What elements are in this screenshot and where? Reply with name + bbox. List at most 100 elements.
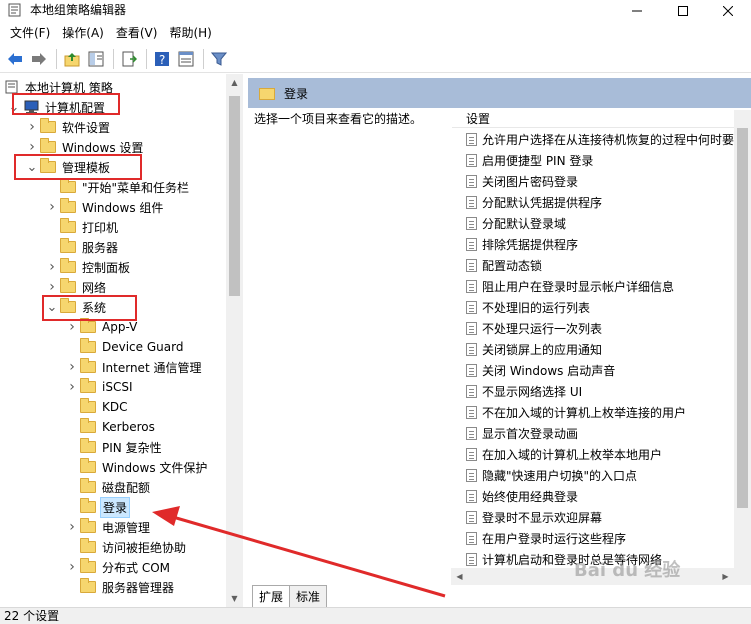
properties-button[interactable] <box>175 48 197 70</box>
settings-column-label: 设置 <box>466 112 491 126</box>
help-button[interactable]: ? <box>151 48 173 70</box>
tree-item[interactable]: 访问被拒绝协助 <box>66 537 188 557</box>
folder-icon <box>80 338 96 353</box>
settings-scroll-thumb[interactable] <box>737 128 748 508</box>
expand-chevron-icon[interactable]: › <box>26 117 38 137</box>
tree-item-label: 电源管理 <box>102 520 151 535</box>
annotation-box-computer-config <box>12 93 120 115</box>
tree-item[interactable]: "开始"菜单和任务栏 <box>46 177 191 197</box>
setting-row[interactable]: 始终使用经典登录 <box>466 486 578 507</box>
setting-row[interactable]: 关闭锁屏上的应用通知 <box>466 339 602 360</box>
tree-scrollbar[interactable]: ▲ ▼ <box>226 74 243 607</box>
setting-row[interactable]: 启用便捷型 PIN 登录 <box>466 150 593 171</box>
setting-row[interactable]: 关闭图片密码登录 <box>466 171 578 192</box>
tab-standard[interactable]: 标准 <box>289 585 328 607</box>
maximize-button[interactable] <box>660 0 706 22</box>
tab-extended[interactable]: 扩展 <box>252 585 291 607</box>
setting-row[interactable]: 隐藏"快速用户切换"的入口点 <box>466 465 637 486</box>
tree-item[interactable]: › Internet 通信管理 <box>66 357 203 377</box>
menu-view[interactable]: 查看(V) <box>110 23 164 43</box>
forward-button[interactable] <box>28 48 50 70</box>
title-bar: 本地组策略编辑器 <box>0 0 751 22</box>
tree-scroll-thumb[interactable] <box>229 96 240 296</box>
no-chevron <box>66 537 78 557</box>
folder-icon <box>60 218 76 233</box>
expand-chevron-icon[interactable]: › <box>46 277 58 297</box>
properties-icon <box>178 51 194 66</box>
expand-chevron-icon[interactable]: › <box>46 257 58 277</box>
setting-row[interactable]: 在用户登录时运行这些程序 <box>466 528 626 549</box>
menu-action[interactable]: 操作(A) <box>56 23 110 43</box>
export-list-button[interactable] <box>118 48 140 70</box>
tree-item[interactable]: › 控制面板 <box>46 257 132 277</box>
show-hide-tree-button[interactable] <box>85 48 107 70</box>
tree-item[interactable]: 服务器管理器 <box>66 577 176 597</box>
setting-row[interactable]: 配置动态锁 <box>466 255 542 276</box>
tree-item[interactable]: 磁盘配额 <box>66 477 152 497</box>
toolbar-separator <box>113 48 114 69</box>
setting-row[interactable]: 登录时不显示欢迎屏幕 <box>466 507 602 528</box>
minimize-button[interactable] <box>614 0 660 22</box>
tree-item[interactable]: KDC <box>66 397 130 417</box>
tree-item-label: "开始"菜单和任务栏 <box>82 180 190 195</box>
menu-file[interactable]: 文件(F) <box>4 23 56 43</box>
setting-label: 不处理旧的运行列表 <box>482 301 591 315</box>
scroll-up-icon[interactable]: ▲ <box>226 74 243 91</box>
scroll-down-icon[interactable]: ▼ <box>226 590 243 607</box>
scroll-right-icon[interactable]: ▶ <box>717 568 734 585</box>
toolbar-separator <box>203 48 204 69</box>
tree-item[interactable]: › 电源管理 <box>66 517 152 537</box>
scroll-left-icon[interactable]: ◀ <box>451 568 468 585</box>
tree-item[interactable]: Windows 文件保护 <box>66 457 209 477</box>
tree-item[interactable]: 打印机 <box>46 217 120 237</box>
back-button[interactable] <box>4 48 26 70</box>
menu-help[interactable]: 帮助(H) <box>163 23 217 43</box>
setting-row[interactable]: 分配默认凭据提供程序 <box>466 192 602 213</box>
folder-up-icon <box>64 52 80 66</box>
setting-row[interactable]: 分配默认登录域 <box>466 213 566 234</box>
tree-item[interactable]: PIN 复杂性 <box>66 437 164 457</box>
tree-item[interactable]: › iSCSI <box>66 377 135 397</box>
up-level-button[interactable] <box>61 48 83 70</box>
setting-row[interactable]: 不处理旧的运行列表 <box>466 297 590 318</box>
expand-chevron-icon[interactable]: › <box>66 557 78 577</box>
setting-label: 关闭锁屏上的应用通知 <box>482 343 603 357</box>
view-tabs: 扩展 标准 <box>248 585 751 607</box>
expand-chevron-icon[interactable]: › <box>46 197 58 217</box>
folder-icon <box>40 138 56 153</box>
export-list-icon <box>122 51 137 66</box>
setting-row[interactable]: 不在加入域的计算机上枚举连接的用户 <box>466 402 686 423</box>
tree-item[interactable]: 服务器 <box>46 237 120 257</box>
tree-item[interactable]: › 软件设置 <box>26 117 112 137</box>
setting-row[interactable]: 显示首次登录动画 <box>466 423 578 444</box>
tree-item[interactable]: Device Guard <box>66 337 185 357</box>
expand-chevron-icon[interactable]: › <box>66 357 78 377</box>
filter-button[interactable] <box>208 48 230 70</box>
setting-label: 在用户登录时运行这些程序 <box>482 532 627 546</box>
tree-item[interactable]: Kerberos <box>66 417 157 437</box>
folder-icon <box>80 538 96 553</box>
settings-column-header[interactable]: 设置 <box>452 108 751 128</box>
setting-row[interactable]: 阻止用户在登录时显示帐户详细信息 <box>466 276 674 297</box>
settings-scrollbar[interactable] <box>734 110 751 568</box>
setting-row[interactable]: 排除凭据提供程序 <box>466 234 578 255</box>
annotation-box-system <box>42 295 137 321</box>
setting-label: 分配默认登录域 <box>482 217 567 231</box>
setting-row[interactable]: 不处理只运行一次列表 <box>466 318 602 339</box>
setting-row[interactable]: 关闭 Windows 启动声音 <box>466 360 615 381</box>
expand-chevron-icon[interactable]: › <box>66 517 78 537</box>
expand-chevron-icon[interactable]: › <box>66 377 78 397</box>
setting-row[interactable]: 允许用户选择在从连接待机恢复的过程中何时要 <box>466 129 734 150</box>
window-title: 本地组策略编辑器 <box>30 3 127 17</box>
tree-item[interactable]: 登录 <box>66 496 131 518</box>
tree-item[interactable]: › 网络 <box>46 277 108 297</box>
setting-row[interactable]: 不显示网络选择 UI <box>466 381 582 402</box>
tree-item[interactable]: › 分布式 COM <box>66 557 172 577</box>
setting-row[interactable]: 在加入域的计算机上枚举本地用户 <box>466 444 662 465</box>
setting-label: 不在加入域的计算机上枚举连接的用户 <box>482 406 687 420</box>
menu-bar: 文件(F) 操作(A) 查看(V) 帮助(H) <box>0 22 751 44</box>
policy-setting-icon <box>466 469 477 482</box>
tree-item[interactable]: › Windows 组件 <box>46 197 165 217</box>
policy-setting-icon <box>466 133 477 146</box>
close-button[interactable] <box>705 0 751 22</box>
